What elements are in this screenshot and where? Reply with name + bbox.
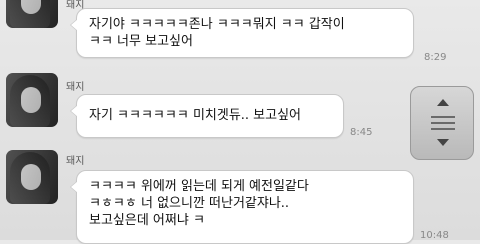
scroll-down-icon[interactable] xyxy=(437,139,449,146)
sender-name: 돼지 xyxy=(66,82,85,93)
scroll-handle-icon[interactable] xyxy=(431,116,455,134)
message-time: 10:48 xyxy=(420,230,449,241)
scroll-control[interactable] xyxy=(410,86,474,160)
message-time: 8:29 xyxy=(424,52,447,63)
scroll-up-icon[interactable] xyxy=(437,99,449,106)
message-bubble[interactable]: 자기야 ㅋㅋㅋㅋㅋ존나 ㅋㅋㅋ뭐지 ㅋㅋ 갑작이 ㅋㅋ 너무 보고싶어 xyxy=(70,8,414,58)
sender-name: 돼지 xyxy=(66,156,85,167)
avatar[interactable] xyxy=(6,73,58,127)
message-bubble[interactable]: ㅋㅋㅋㅋ 위에꺼 읽는데 되게 예전일같다 ㅋㅎㅋㅎ 너 없으니깐 떠난거같쟈나… xyxy=(70,170,414,244)
message-time: 8:45 xyxy=(350,127,373,138)
avatar[interactable] xyxy=(6,150,58,204)
message-bubble[interactable]: 자기 ㅋㅋㅋㅋㅋㅋ 미치겟듀.. 보고싶어 xyxy=(70,94,344,138)
avatar[interactable] xyxy=(6,0,58,28)
